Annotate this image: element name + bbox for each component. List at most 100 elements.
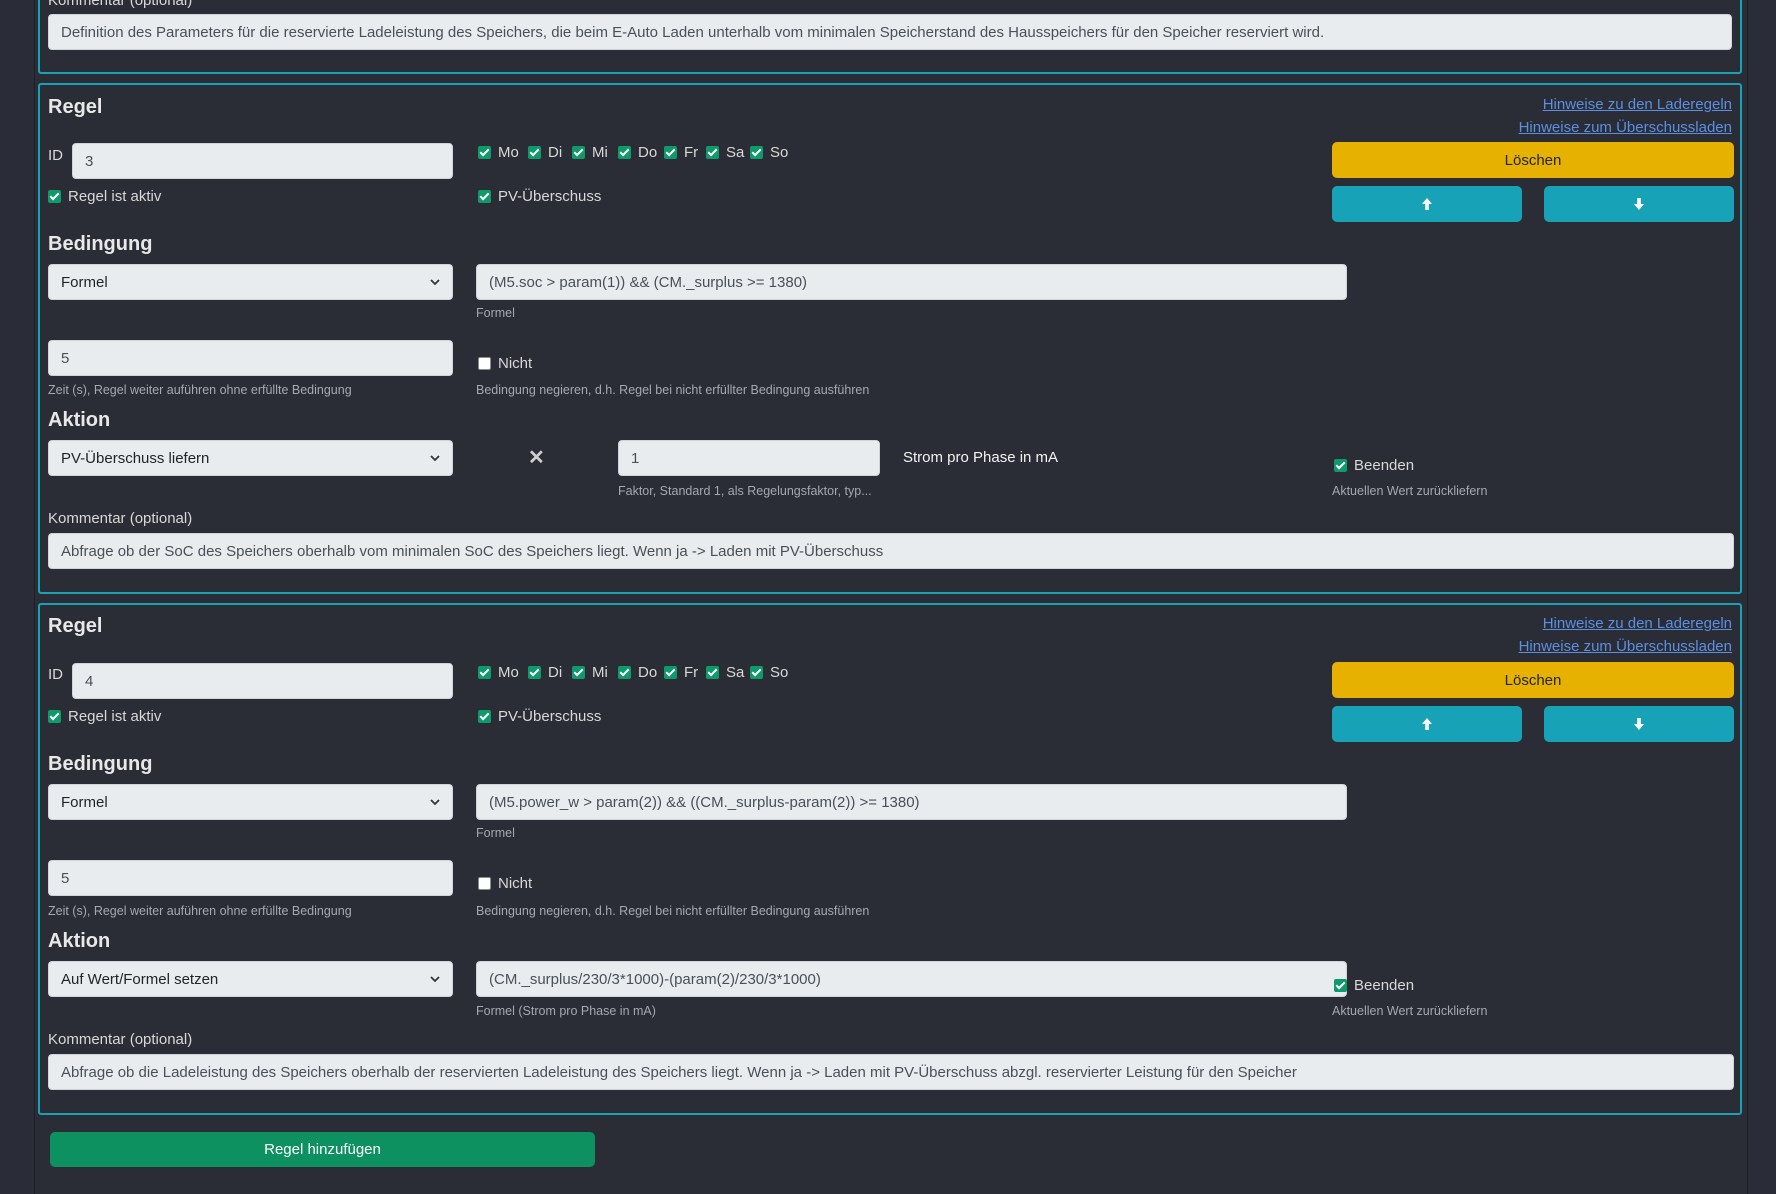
checkbox-pv-surplus[interactable] — [478, 710, 491, 723]
not-label: Nicht — [498, 875, 533, 892]
comment-label: Kommentar (optional) — [48, 1031, 193, 1048]
action-type-select[interactable]: Auf Wert/Formel setzen — [48, 961, 453, 997]
times-icon: ✕ — [528, 447, 545, 469]
checkbox-mo[interactable] — [478, 146, 491, 159]
time-help: Zeit (s), Regel weiter auführen ohne erf… — [48, 383, 352, 397]
end-label: Beenden — [1354, 977, 1415, 994]
action-formula-help: Formel (Strom pro Phase in mA) — [476, 1004, 656, 1018]
action-type-value: PV-Überschuss liefern — [61, 449, 210, 467]
factor-input[interactable]: 1 — [618, 440, 880, 476]
checkbox-mi[interactable] — [572, 146, 585, 159]
checkbox-do[interactable] — [618, 146, 631, 159]
action-formula-input[interactable]: (CM._surplus/230/3*1000)-(param(2)/230/3… — [476, 961, 1347, 997]
not-label: Nicht — [498, 355, 533, 372]
day-label: Do — [638, 144, 658, 161]
condition-type-select[interactable]: Formel — [48, 784, 453, 820]
link-charge-rules-help[interactable]: Hinweise zu den Laderegeln — [1543, 96, 1732, 113]
action-type-select[interactable]: PV-Überschuss liefern — [48, 440, 453, 476]
checkbox-pv-surplus[interactable] — [478, 190, 491, 203]
factor-help: Faktor, Standard 1, als Regelungsfaktor,… — [618, 484, 872, 498]
chevron-down-icon — [430, 799, 440, 806]
rule-panel-previous: Kommentar (optional) Definition des Para… — [38, 0, 1742, 74]
arrow-down-icon — [1634, 718, 1644, 730]
current-unit-label: Strom pro Phase in mA — [903, 449, 1059, 466]
end-help: Aktuellen Wert zurückliefern — [1332, 1004, 1488, 1018]
pv-surplus-label: PV-Überschuss — [498, 708, 602, 725]
day-label: Sa — [726, 144, 745, 161]
day-label: Mi — [592, 144, 608, 161]
checkbox-rule-active[interactable] — [48, 190, 61, 203]
time-input[interactable]: 5 — [48, 860, 453, 896]
move-up-button[interactable] — [1332, 706, 1522, 742]
checkbox-mi[interactable] — [572, 666, 585, 679]
day-label: Di — [548, 144, 563, 161]
condition-formula-help: Formel — [476, 306, 515, 320]
checkbox-not[interactable] — [478, 357, 491, 370]
comment-field[interactable]: Abfrage ob der SoC des Speichers oberhal… — [48, 533, 1734, 569]
checkbox-di[interactable] — [528, 146, 541, 159]
id-label: ID — [48, 666, 63, 683]
checkbox-rule-active[interactable] — [48, 710, 61, 723]
checkbox-do[interactable] — [618, 666, 631, 679]
checkbox-end[interactable] — [1334, 459, 1347, 472]
end-help: Aktuellen Wert zurückliefern — [1332, 484, 1488, 498]
delete-button[interactable]: Löschen — [1332, 142, 1734, 178]
id-input[interactable]: 4 — [72, 663, 453, 699]
action-heading: Aktion — [48, 409, 111, 431]
end-label: Beenden — [1354, 457, 1415, 474]
rule-panel: Regel Hinweise zu den Laderegeln Hinweis… — [38, 83, 1742, 594]
checkbox-fr[interactable] — [664, 666, 677, 679]
day-label: So — [770, 144, 789, 161]
condition-type-select[interactable]: Formel — [48, 264, 453, 300]
rule-active-label: Regel ist aktiv — [68, 188, 162, 205]
arrow-down-icon — [1634, 198, 1644, 210]
day-label: Do — [638, 664, 658, 681]
chevron-down-icon — [430, 976, 440, 983]
comment-label: Kommentar (optional) — [48, 510, 193, 527]
condition-type-value: Formel — [61, 793, 108, 811]
day-label: Fr — [684, 664, 699, 681]
action-heading: Aktion — [48, 930, 111, 952]
link-charge-rules-help[interactable]: Hinweise zu den Laderegeln — [1543, 615, 1732, 632]
comment-field[interactable]: Abfrage ob die Ladeleistung des Speicher… — [48, 1054, 1734, 1090]
day-label: Sa — [726, 664, 745, 681]
delete-button[interactable]: Löschen — [1332, 662, 1734, 698]
move-down-button[interactable] — [1544, 186, 1734, 222]
not-help: Bedingung negieren, d.h. Regel bei nicht… — [476, 383, 870, 397]
day-label: Mo — [498, 144, 519, 161]
comment-field[interactable]: Definition des Parameters für die reserv… — [48, 14, 1732, 50]
time-help: Zeit (s), Regel weiter auführen ohne erf… — [48, 904, 352, 918]
id-input[interactable]: 3 — [72, 143, 453, 179]
checkbox-sa[interactable] — [706, 666, 719, 679]
checkbox-not[interactable] — [478, 877, 491, 890]
condition-formula-input[interactable]: (M5.soc > param(1)) && (CM._surplus >= 1… — [476, 264, 1347, 300]
checkbox-di[interactable] — [528, 666, 541, 679]
rule-title: Regel — [48, 96, 103, 118]
pv-surplus-label: PV-Überschuss — [498, 188, 602, 205]
condition-type-value: Formel — [61, 273, 108, 291]
move-down-button[interactable] — [1544, 706, 1734, 742]
rule-title: Regel — [48, 615, 103, 637]
day-label: So — [770, 664, 789, 681]
add-rule-button[interactable]: Regel hinzufügen — [50, 1132, 595, 1167]
time-input[interactable]: 5 — [48, 340, 453, 376]
checkbox-so[interactable] — [750, 146, 763, 159]
move-up-button[interactable] — [1332, 186, 1522, 222]
day-label: Mi — [592, 664, 608, 681]
checkbox-end[interactable] — [1334, 979, 1347, 992]
checkbox-sa[interactable] — [706, 146, 719, 159]
day-label: Mo — [498, 664, 519, 681]
checkbox-fr[interactable] — [664, 146, 677, 159]
chevron-down-icon — [430, 279, 440, 286]
comment-label: Kommentar (optional) — [48, 0, 193, 9]
condition-formula-input[interactable]: (M5.power_w > param(2)) && ((CM._surplus… — [476, 784, 1347, 820]
id-label: ID — [48, 147, 63, 164]
checkbox-mo[interactable] — [478, 666, 491, 679]
link-surplus-help[interactable]: Hinweise zum Überschussladen — [1519, 119, 1732, 136]
day-label: Di — [548, 664, 563, 681]
checkbox-so[interactable] — [750, 666, 763, 679]
rule-active-label: Regel ist aktiv — [68, 708, 162, 725]
link-surplus-help[interactable]: Hinweise zum Überschussladen — [1519, 638, 1732, 655]
condition-heading: Bedingung — [48, 753, 153, 775]
arrow-up-icon — [1422, 198, 1432, 210]
